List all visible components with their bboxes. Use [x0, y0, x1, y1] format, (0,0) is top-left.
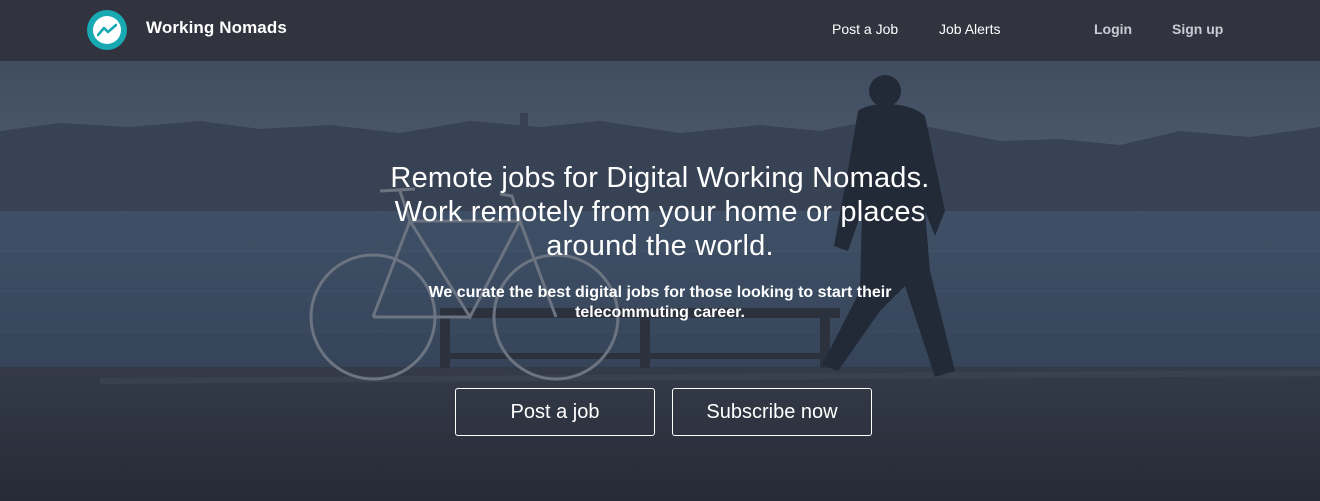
working-nomads-logo-icon[interactable]: [87, 10, 127, 50]
subscribe-now-button[interactable]: Subscribe now: [672, 388, 872, 436]
hero-headline-line: Remote jobs for Digital Working Nomads.: [390, 162, 930, 194]
navbar: Working Nomads Post a Job Job Alerts Log…: [0, 0, 1320, 61]
hero-section: Remote jobs for Digital Working Nomads. …: [0, 61, 1320, 501]
hero-subheadline-line: telecommuting career.: [575, 304, 745, 321]
hero-headline-line: around the world.: [546, 230, 774, 262]
nav-login-link[interactable]: Login: [1094, 21, 1132, 37]
post-a-job-button[interactable]: Post a job: [455, 388, 655, 436]
page: Working Nomads Post a Job Job Alerts Log…: [0, 0, 1320, 501]
nav-post-a-job-link[interactable]: Post a Job: [832, 21, 898, 37]
hero-headline: Remote jobs for Digital Working Nomads. …: [0, 161, 1320, 263]
hero-subheadline: We curate the best digital jobs for thos…: [0, 283, 1320, 323]
hero-headline-line: Work remotely from your home or places: [394, 196, 926, 228]
nav-job-alerts-link[interactable]: Job Alerts: [939, 21, 1000, 37]
nav-signup-link[interactable]: Sign up: [1172, 21, 1223, 37]
logo-inner: [93, 16, 121, 44]
hero-background-image: [0, 61, 1320, 501]
hero-subheadline-line: We curate the best digital jobs for thos…: [428, 284, 892, 301]
trend-line-icon: [97, 23, 117, 37]
brand-name[interactable]: Working Nomads: [146, 18, 287, 38]
